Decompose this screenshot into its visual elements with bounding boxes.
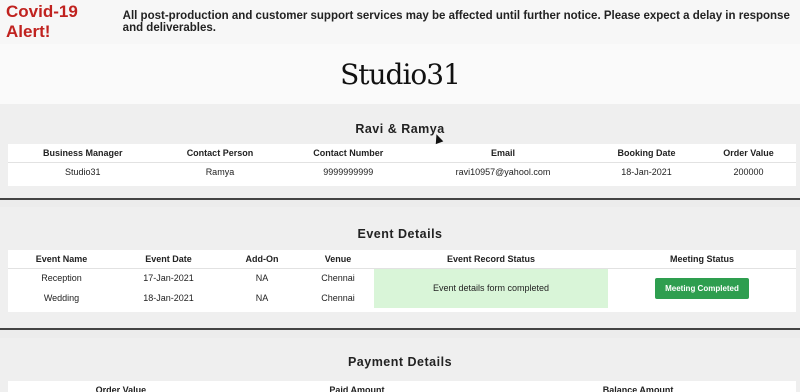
header-business-manager: Business Manager: [8, 144, 158, 163]
header-venue: Venue: [302, 250, 374, 269]
business-manager-value: Studio31: [64, 167, 101, 178]
event-details-section: Event Details Event Name Event Date Add-…: [0, 207, 800, 330]
payment-header-row: Order Value Paid Amount Balance Amount: [8, 381, 796, 392]
order-value-value: 200000: [733, 167, 764, 178]
studio-logo: Studio31: [340, 58, 461, 91]
event-venue: Chennai: [321, 273, 355, 284]
header-event-record-status: Event Record Status: [374, 250, 608, 269]
event-date: 18-Jan-2021: [143, 293, 194, 303]
event-details-card: Event Name Event Date Add-On Venue Event…: [8, 250, 796, 312]
client-section: Ravi & Ramya Business Manager Contact Pe…: [0, 104, 800, 200]
event-add-on: NA: [255, 273, 269, 284]
alert-message: All post-production and customer support…: [122, 10, 790, 34]
meeting-completed-button[interactable]: Meeting Completed: [655, 277, 749, 299]
event-venue: Chennai: [321, 293, 355, 303]
header-order-value: Order Value: [701, 144, 796, 163]
client-table: Business Manager Contact Person Contact …: [8, 144, 796, 182]
payment-table: Order Value Paid Amount Balance Amount: [8, 381, 796, 392]
payment-details-section: Payment Details Order Value Paid Amount …: [0, 338, 800, 392]
header-payment-order-value: Order Value: [8, 381, 234, 392]
logo-header: Studio31: [0, 44, 800, 104]
table-row: Studio31 Ramya 9999999999 ravi10957@yaho…: [8, 162, 796, 182]
client-title: Ravi & Ramya: [355, 122, 445, 136]
header-contact-person: Contact Person: [157, 144, 283, 163]
event-table: Event Name Event Date Add-On Venue Event…: [8, 250, 796, 308]
header-balance-amount: Balance Amount: [480, 381, 796, 392]
event-record-status: Event details form completed: [374, 268, 608, 308]
header-paid-amount: Paid Amount: [233, 381, 481, 392]
header-event-date: Event Date: [115, 250, 222, 269]
booking-date-value: 18-Jan-2021: [621, 167, 672, 178]
header-email: Email: [414, 144, 592, 163]
email-value: ravi10957@yahool.com: [455, 167, 551, 178]
table-row: Reception 17-Jan-2021 NA Chennai Event d…: [8, 268, 796, 308]
contact-number-value: 9999999999: [323, 167, 374, 178]
payment-details-card: Order Value Paid Amount Balance Amount: [8, 381, 796, 392]
event-name: Reception: [41, 273, 82, 284]
client-header-row: Business Manager Contact Person Contact …: [8, 144, 796, 163]
header-booking-date: Booking Date: [591, 144, 701, 163]
event-details-title: Event Details: [357, 227, 443, 241]
header-contact-number: Contact Number: [282, 144, 415, 163]
covid-alert-bar: Covid-19 Alert! All post-production and …: [0, 0, 800, 44]
payment-details-title: Payment Details: [347, 355, 453, 369]
alert-title: Covid-19 Alert!: [6, 2, 78, 41]
event-date: 17-Jan-2021: [143, 273, 194, 284]
contact-person-value: Ramya: [205, 167, 235, 178]
header-event-name: Event Name: [8, 250, 115, 269]
client-card: Business Manager Contact Person Contact …: [8, 144, 796, 186]
meeting-status-cell: Meeting Completed: [608, 268, 796, 308]
header-add-on: Add-On: [222, 250, 302, 269]
event-name: Wedding: [43, 293, 80, 303]
header-meeting-status: Meeting Status: [608, 250, 796, 269]
event-header-row: Event Name Event Date Add-On Venue Event…: [8, 250, 796, 269]
event-add-on: NA: [255, 293, 269, 303]
